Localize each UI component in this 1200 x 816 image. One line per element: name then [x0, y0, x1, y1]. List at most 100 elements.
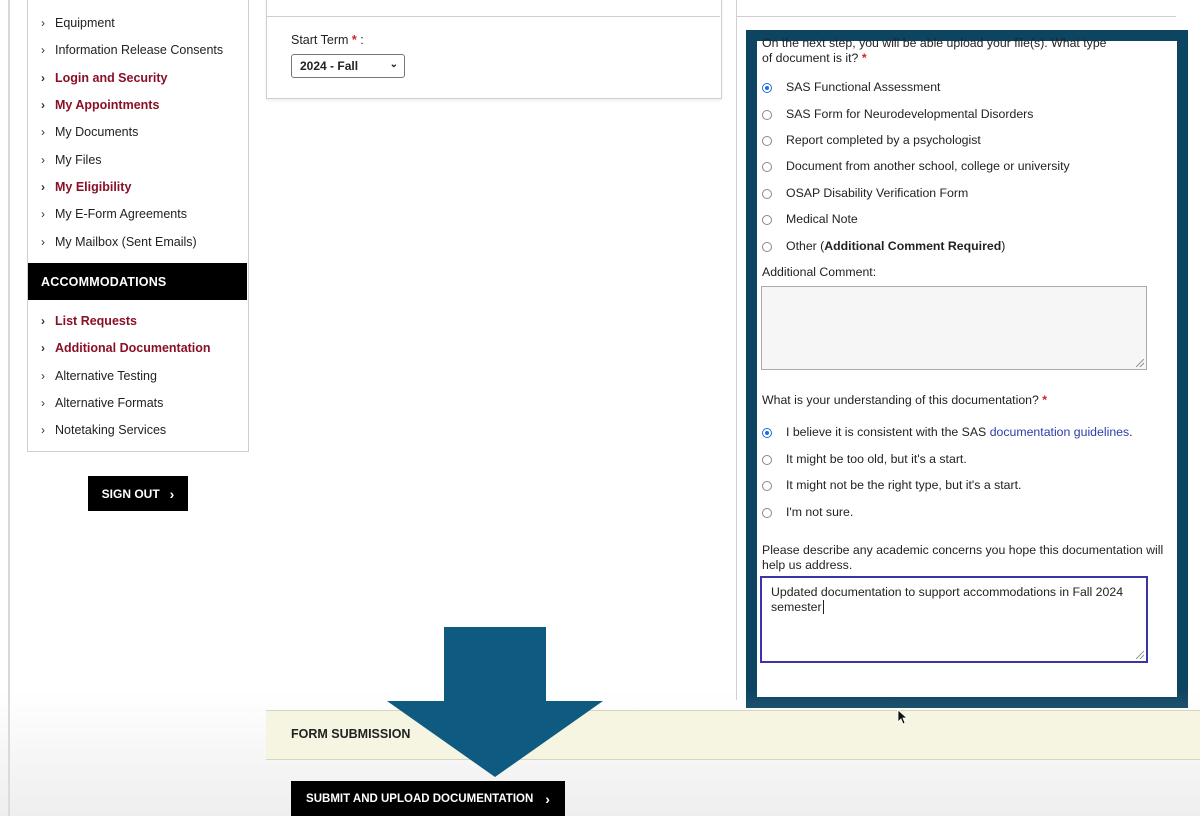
- down-arrow-annotation: [387, 627, 603, 777]
- sidebar-item-information-release-consents[interactable]: › Information Release Consents: [41, 43, 223, 57]
- submit-and-upload-button[interactable]: SUBMIT AND UPLOAD DOCUMENTATION ›: [291, 781, 565, 816]
- sidebar-item-my-e-form-agreements[interactable]: › My E-Form Agreements: [41, 207, 187, 221]
- sidebar-item-my-files[interactable]: › My Files: [41, 153, 102, 167]
- option-label: Document from another school, college or…: [786, 159, 1070, 173]
- start-term-card: [266, 0, 722, 99]
- radio-too-old[interactable]: [762, 455, 772, 465]
- sidebar-item-label: Alternative Formats: [55, 396, 164, 410]
- sign-out-button[interactable]: SIGN OUT ›: [88, 476, 188, 511]
- radio-not-sure[interactable]: [762, 508, 772, 518]
- mouse-cursor-icon: [897, 709, 909, 725]
- chevron-right-icon: ›: [41, 207, 45, 221]
- dropdown-caret-icon: ⌄: [389, 59, 398, 70]
- option-label: I believe it is consistent with the SAS …: [786, 425, 1133, 439]
- concerns-line: Updated documentation to support accommo…: [771, 585, 1124, 599]
- radio-other-school-document[interactable]: [762, 162, 772, 172]
- radio-wrong-type[interactable]: [762, 481, 772, 491]
- question-line: of document is it?: [762, 51, 859, 65]
- concerns-line: semester: [771, 600, 822, 614]
- sidebar-item-list-requests[interactable]: › List Requests: [41, 314, 137, 328]
- chevron-right-icon: ›: [41, 153, 45, 167]
- documentation-guidelines-link[interactable]: documentation guidelines: [990, 425, 1129, 439]
- option-label: Medical Note: [786, 212, 858, 226]
- label-colon: :: [360, 33, 364, 47]
- sidebar-item-my-appointments[interactable]: › My Appointments: [41, 98, 159, 112]
- other-suffix: ): [1001, 239, 1006, 253]
- question-text: What is your understanding of this docum…: [762, 393, 1039, 407]
- question-line: help us address.: [762, 558, 853, 572]
- sidebar-item-label: Login and Security: [55, 71, 168, 85]
- sidebar-item-equipment[interactable]: › Equipment: [41, 16, 115, 30]
- radio-psychologist-report[interactable]: [762, 136, 772, 146]
- question-line: On the next step, you will be able uploa…: [762, 36, 1107, 50]
- other-bold-text: Additional Comment Required: [824, 239, 1002, 253]
- submit-label: SUBMIT AND UPLOAD DOCUMENTATION: [306, 792, 534, 805]
- sidebar-item-label: My E-Form Agreements: [55, 207, 187, 221]
- option-label-other: Other (Additional Comment Required): [786, 239, 1005, 253]
- sidebar-item-label: List Requests: [55, 314, 137, 328]
- understanding-question: What is your understanding of this docum…: [762, 393, 1047, 408]
- radio-sas-functional-assessment[interactable]: [762, 83, 772, 93]
- option-label: SAS Functional Assessment: [786, 80, 941, 94]
- sidebar-item-my-mailbox[interactable]: › My Mailbox (Sent Emails): [41, 235, 197, 249]
- sidebar-item-notetaking-services[interactable]: › Notetaking Services: [41, 423, 166, 437]
- sidebar-item-label: My Appointments: [55, 98, 160, 112]
- chevron-right-icon: ›: [41, 98, 45, 112]
- option-label: It might not be the right type, but it's…: [786, 478, 1022, 492]
- sidebar-item-label: Additional Documentation: [55, 341, 211, 355]
- chevron-right-icon: ›: [41, 341, 45, 355]
- chevron-right-icon: ›: [41, 369, 45, 383]
- sidebar-item-login-and-security[interactable]: › Login and Security: [41, 71, 168, 85]
- sidebar-item-label: My Eligibility: [55, 180, 132, 194]
- sidebar-item-additional-documentation[interactable]: › Additional Documentation: [41, 341, 211, 355]
- radio-sas-form-neurodevelopmental[interactable]: [762, 110, 772, 120]
- resize-handle-icon[interactable]: [1136, 651, 1144, 659]
- sidebar-item-label: Information Release Consents: [55, 43, 224, 57]
- concerns-question: Please describe any academic concerns yo…: [762, 543, 1163, 573]
- question-line: Please describe any academic concerns yo…: [762, 543, 1164, 557]
- sidebar-item-alternative-testing[interactable]: › Alternative Testing: [41, 369, 157, 383]
- chevron-right-icon: ›: [41, 71, 45, 85]
- sidebar-item-label: Notetaking Services: [55, 423, 167, 437]
- accommodations-header: ACCOMMODATIONS: [28, 263, 247, 300]
- chevron-right-icon: ›: [41, 43, 45, 57]
- required-mark: *: [861, 51, 867, 65]
- document-type-question: On the next step, you will be able uploa…: [762, 36, 1107, 66]
- chevron-right-icon: ›: [169, 485, 175, 502]
- text-cursor: ​: [822, 600, 824, 614]
- option-label: SAS Form for Neurodevelopmental Disorder…: [786, 107, 1034, 121]
- sidebar-item-my-eligibility[interactable]: › My Eligibility: [41, 180, 131, 194]
- chevron-right-icon: ›: [41, 235, 45, 249]
- chevron-right-icon: ›: [41, 396, 45, 410]
- start-term-select[interactable]: 2024 - Fall ⌄: [291, 54, 405, 78]
- sidebar-item-label: Equipment: [55, 16, 115, 30]
- start-term-selected-value: 2024 - Fall: [300, 59, 359, 73]
- additional-comment-label: Additional Comment:: [762, 265, 877, 279]
- radio-other[interactable]: [762, 242, 772, 252]
- option-label: OSAP Disability Verification Form: [786, 186, 969, 200]
- required-mark: *: [351, 33, 357, 47]
- sidebar-item-label: My Files: [55, 153, 102, 167]
- additional-comment-textarea[interactable]: [761, 286, 1147, 370]
- right-card-divider: [736, 16, 1176, 17]
- start-term-label: Start Term * :: [291, 33, 364, 47]
- resize-handle-icon[interactable]: [1136, 359, 1144, 367]
- option-label: I'm not sure.: [786, 505, 854, 519]
- sidebar-item-alternative-formats[interactable]: › Alternative Formats: [41, 396, 163, 410]
- option-prefix: I believe it is consistent with the SAS: [786, 425, 990, 439]
- chevron-right-icon: ›: [41, 314, 45, 328]
- chevron-right-icon: ›: [41, 423, 45, 437]
- other-prefix: Other (: [786, 239, 825, 253]
- radio-medical-note[interactable]: [762, 215, 772, 225]
- sidebar-item-label: My Documents: [55, 125, 139, 139]
- concerns-textarea[interactable]: Updated documentation to support accommo…: [760, 576, 1148, 663]
- sign-out-label: SIGN OUT: [101, 486, 160, 501]
- radio-osap-form[interactable]: [762, 189, 772, 199]
- right-card-border: [736, 0, 737, 700]
- start-term-text: Start Term: [291, 33, 349, 47]
- radio-consistent-with-guidelines[interactable]: [762, 428, 772, 438]
- sidebar-item-label: My Mailbox (Sent Emails): [55, 235, 197, 249]
- chevron-right-icon: ›: [41, 125, 45, 139]
- sidebar-item-my-documents[interactable]: › My Documents: [41, 125, 138, 139]
- option-suffix: .: [1129, 425, 1133, 439]
